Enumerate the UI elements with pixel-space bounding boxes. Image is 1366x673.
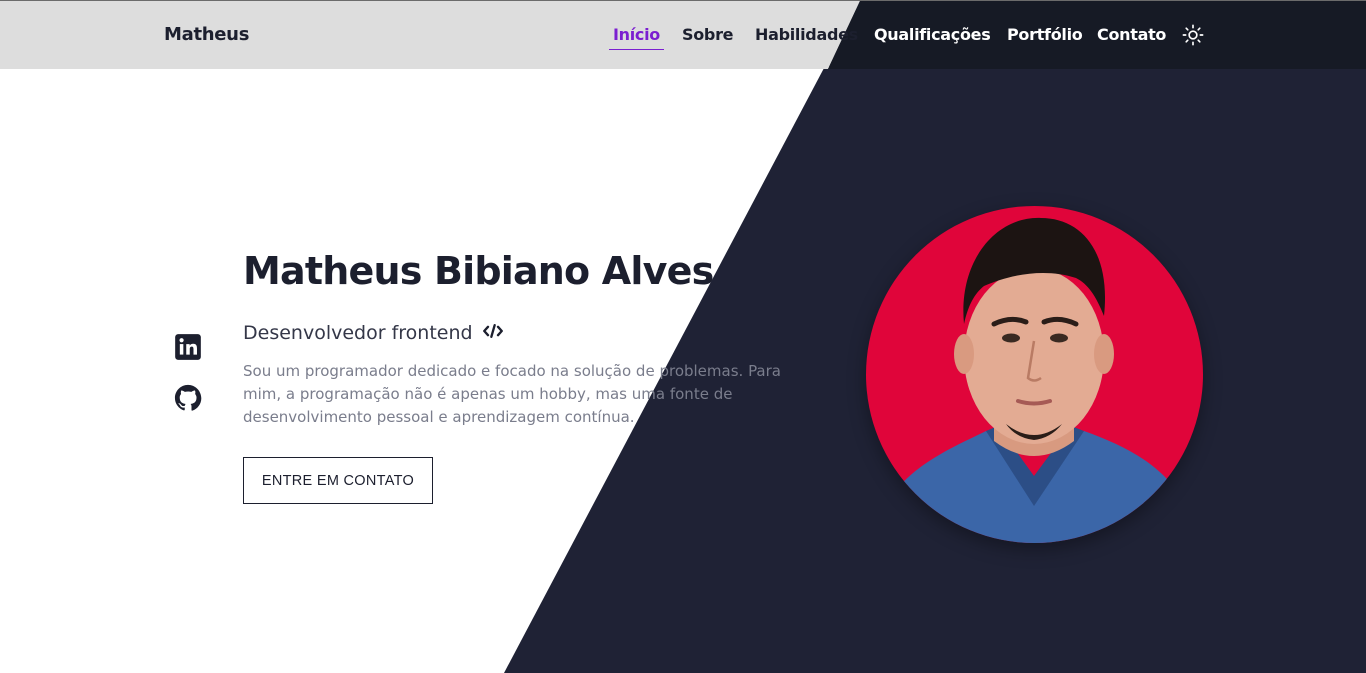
site-header: Matheus Início Sobre Habilidades Qualifi… xyxy=(0,0,1366,69)
nav-inicio[interactable]: Início xyxy=(609,25,664,50)
contact-button[interactable]: ENTRE EM CONTATO xyxy=(243,457,433,504)
hero-subtitle: Desenvolvedor frontend xyxy=(243,322,503,344)
hero-name: Matheus Bibiano Alves xyxy=(243,249,714,293)
hero-section: Matheus Bibiano Alves Desenvolvedor fron… xyxy=(0,0,1366,673)
hero-description: Sou um programador dedicado e focado na … xyxy=(243,362,781,426)
main-nav: Início Sobre Habilidades Qualificações P… xyxy=(0,1,1366,69)
nav-contato[interactable]: Contato xyxy=(1097,25,1166,44)
profile-photo xyxy=(866,206,1203,543)
subtitle-text: Desenvolvedor frontend xyxy=(243,322,473,344)
nav-portfolio[interactable]: Portfólio xyxy=(1007,25,1083,44)
nav-habilidades[interactable]: Habilidades xyxy=(755,25,858,44)
github-icon[interactable] xyxy=(174,384,202,412)
nav-qualificacoes[interactable]: Qualificações xyxy=(874,25,991,44)
sun-icon[interactable] xyxy=(1182,24,1204,46)
nav-sobre[interactable]: Sobre xyxy=(682,25,734,44)
code-icon xyxy=(482,322,503,344)
linkedin-icon[interactable] xyxy=(174,333,202,361)
